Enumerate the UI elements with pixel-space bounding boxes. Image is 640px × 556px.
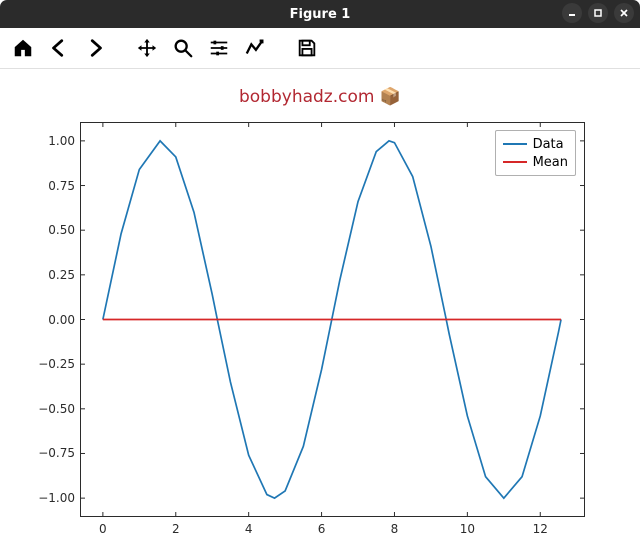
- y-tick-label: 1.00: [25, 134, 75, 148]
- legend-label: Data: [533, 137, 564, 152]
- legend-swatch-mean: [503, 161, 527, 163]
- minimize-button[interactable]: [562, 3, 582, 23]
- legend-swatch-data: [503, 143, 527, 145]
- x-tick-label: 0: [99, 522, 107, 536]
- suptitle-text: bobbyhadz.com: [239, 87, 374, 107]
- y-tick-label: 0.00: [25, 313, 75, 327]
- plot-suptitle: bobbyhadz.com 📦: [0, 87, 640, 107]
- y-tick-label: −1.00: [25, 491, 75, 505]
- matplotlib-toolbar: [0, 28, 640, 69]
- save-icon[interactable]: [294, 35, 320, 61]
- y-tick-label: −0.25: [25, 357, 75, 371]
- forward-icon[interactable]: [82, 35, 108, 61]
- window-titlebar: Figure 1: [0, 0, 640, 28]
- y-tick-label: 0.75: [25, 179, 75, 193]
- maximize-button[interactable]: [588, 3, 608, 23]
- back-icon[interactable]: [46, 35, 72, 61]
- y-tick-label: 0.25: [25, 268, 75, 282]
- y-tick-label: 0.50: [25, 223, 75, 237]
- window-controls: [562, 3, 634, 23]
- zoom-icon[interactable]: [170, 35, 196, 61]
- plot-axes: Data Mean 1.000.750.500.250.00−0.25−0.50…: [80, 122, 585, 517]
- home-icon[interactable]: [10, 35, 36, 61]
- window-title: Figure 1: [0, 7, 640, 22]
- legend-entry: Mean: [503, 153, 568, 171]
- y-tick-label: −0.75: [25, 446, 75, 460]
- plot-svg: [81, 123, 584, 516]
- legend-entry: Data: [503, 135, 568, 153]
- pan-icon[interactable]: [134, 35, 160, 61]
- x-tick-label: 10: [460, 522, 475, 536]
- cube-icon: 📦: [380, 87, 401, 107]
- x-tick-label: 12: [533, 522, 548, 536]
- x-tick-label: 2: [172, 522, 180, 536]
- figure-canvas[interactable]: bobbyhadz.com 📦 Data Mean 1.000.750.500.…: [0, 69, 640, 556]
- legend-label: Mean: [533, 155, 568, 170]
- x-tick-label: 6: [318, 522, 326, 536]
- y-tick-label: −0.50: [25, 402, 75, 416]
- edit-axis-icon[interactable]: [242, 35, 268, 61]
- x-tick-label: 4: [245, 522, 253, 536]
- configure-subplots-icon[interactable]: [206, 35, 232, 61]
- plot-legend: Data Mean: [495, 130, 576, 176]
- x-tick-label: 8: [391, 522, 399, 536]
- close-button[interactable]: [614, 3, 634, 23]
